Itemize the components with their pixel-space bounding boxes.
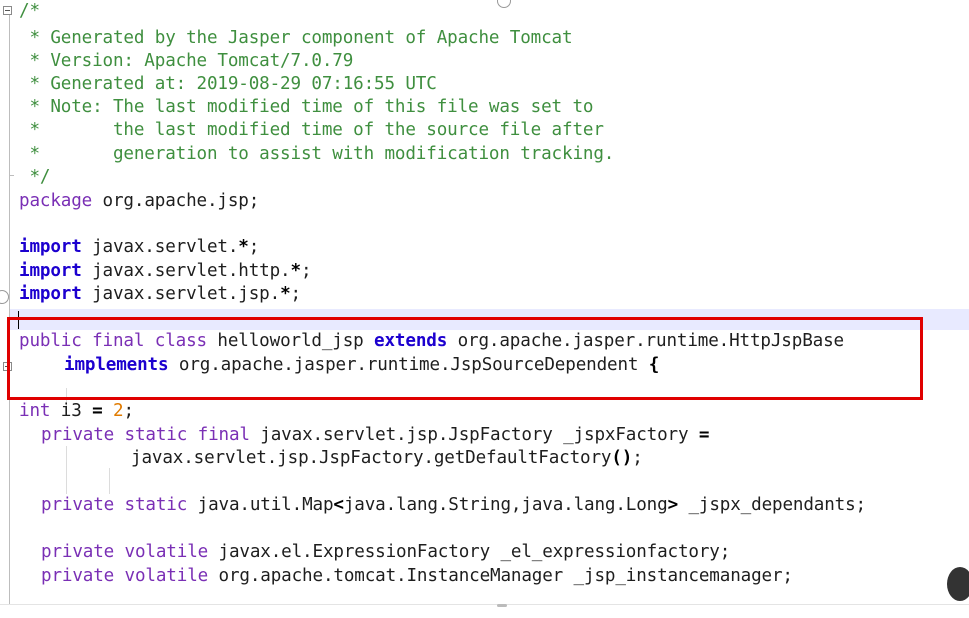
- wildcard: *: [290, 261, 302, 281]
- resize-handle-top[interactable]: [497, 0, 511, 8]
- keyword-modifiers: private static: [41, 495, 188, 515]
- keyword-import: import: [19, 284, 82, 304]
- generic-open: <: [333, 495, 344, 515]
- code-line-comment: */: [19, 167, 51, 187]
- code-line-comment: * Generated at: 2019-08-29 07:16:55 UTC: [19, 74, 437, 94]
- wildcard: *: [280, 284, 291, 304]
- field-declaration: org.apache.tomcat.InstanceManager _jsp_i…: [208, 566, 793, 586]
- code-line-field: private volatile javax.el.ExpressionFact…: [41, 541, 730, 564]
- scroll-handle[interactable]: [947, 567, 969, 601]
- import-path: javax.servlet.: [81, 237, 239, 257]
- code-line-import: import javax.servlet.http.*;: [19, 260, 312, 283]
- code-line-field: int i3 = 2;: [19, 400, 134, 423]
- keyword-modifiers: private volatile: [41, 542, 209, 562]
- annotation-highlight-box: [7, 317, 923, 400]
- semicolon: ;: [123, 401, 134, 421]
- field-name: _jspx_dependants;: [678, 495, 866, 515]
- editor-bottom-border: [0, 604, 969, 605]
- keyword-package: package: [19, 191, 93, 211]
- type-name: java.util.Map: [187, 495, 334, 515]
- package-name: org.apache.jsp;: [92, 191, 260, 211]
- variable-name: i3: [50, 401, 93, 421]
- code-line-field: private static java.util.Map<java.lang.S…: [41, 494, 866, 517]
- generic-args: java.lang.String,java.lang.Long: [343, 495, 668, 515]
- method-call: javax.servlet.jsp.JspFactory.getDefaultF…: [131, 448, 612, 468]
- generic-close: >: [667, 495, 679, 515]
- indent-guide: [66, 446, 67, 494]
- keyword-modifiers: private static final: [41, 425, 250, 445]
- keyword-int: int: [19, 401, 51, 421]
- parentheses: (): [611, 448, 633, 468]
- code-line-comment: * generation to assist with modification…: [19, 144, 615, 164]
- collapse-icon[interactable]: [3, 6, 12, 15]
- code-line-comment: * Generated by the Jasper component of A…: [19, 28, 573, 48]
- import-path: javax.servlet.http.: [81, 261, 291, 281]
- code-editor[interactable]: /* * Generated by the Jasper component o…: [0, 0, 969, 618]
- code-line-import: import javax.servlet.*;: [19, 236, 259, 259]
- code-line-comment: * the last modified time of the source f…: [19, 120, 604, 140]
- semicolon: ;: [248, 237, 260, 257]
- code-line-field: private volatile org.apache.tomcat.Insta…: [41, 565, 793, 588]
- keyword-import: import: [19, 261, 82, 281]
- semicolon: ;: [300, 261, 312, 281]
- fold-end-marker: [9, 175, 14, 176]
- wildcard: *: [238, 237, 249, 257]
- code-line-comment: /*: [19, 1, 40, 21]
- resize-handle-bottom[interactable]: [497, 604, 507, 607]
- field-declaration: javax.el.ExpressionFactory _el_expressio…: [208, 542, 731, 562]
- code-line-continuation: javax.servlet.jsp.JspFactory.getDefaultF…: [131, 447, 643, 470]
- semicolon: ;: [290, 284, 302, 304]
- number-literal: 2: [102, 401, 124, 421]
- code-line-package: package org.apache.jsp;: [19, 190, 259, 213]
- indent-guide: [109, 468, 110, 494]
- code-line-comment: * Note: The last modified time of this f…: [19, 97, 594, 117]
- fold-guide-line: [9, 8, 10, 604]
- keyword-import: import: [19, 237, 82, 257]
- keyword-modifiers: private volatile: [41, 566, 209, 586]
- assignment-operator: =: [698, 425, 710, 445]
- code-line-comment: * Version: Apache Tomcat/7.0.79: [19, 51, 354, 71]
- semicolon: ;: [632, 448, 643, 468]
- field-declaration: javax.servlet.jsp.JspFactory _jspxFactor…: [249, 425, 699, 445]
- code-line-import: import javax.servlet.jsp.*;: [19, 283, 301, 306]
- assignment-operator: =: [92, 401, 103, 421]
- code-line-field: private static final javax.servlet.jsp.J…: [41, 424, 710, 447]
- import-path: javax.servlet.jsp.: [81, 284, 281, 304]
